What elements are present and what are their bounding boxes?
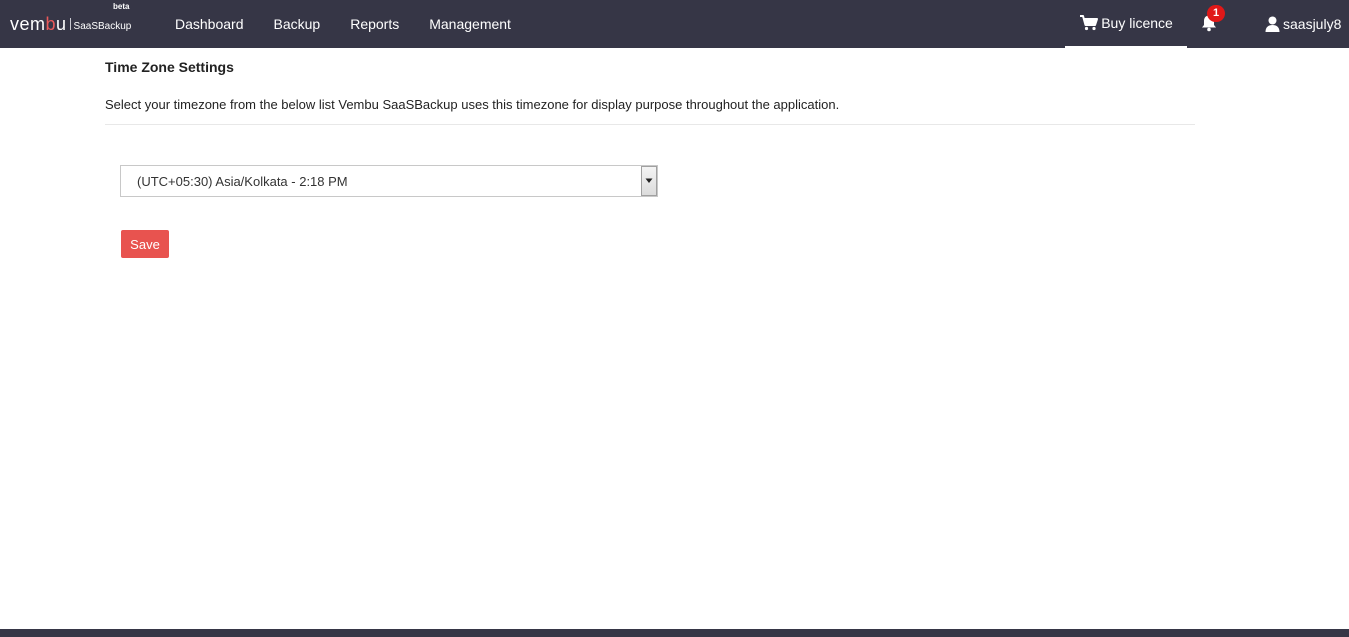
chevron-down-icon (645, 178, 653, 183)
nav-item-dashboard[interactable]: Dashboard (160, 16, 259, 32)
timezone-selected-value: (UTC+05:30) Asia/Kolkata - 2:18 PM (137, 174, 348, 189)
timezone-dropdown-arrow[interactable] (641, 166, 657, 196)
buy-licence-button[interactable]: Buy licence (1065, 0, 1187, 48)
cart-icon (1080, 15, 1099, 31)
user-menu[interactable]: saasjuly8 (1265, 0, 1341, 48)
main-nav: Dashboard Backup Reports Management (160, 0, 526, 48)
nav-item-management[interactable]: Management (414, 16, 526, 32)
page-title: Time Zone Settings (105, 59, 234, 75)
user-icon (1265, 16, 1280, 32)
logo-separator (69, 18, 71, 30)
nav-item-backup[interactable]: Backup (259, 16, 336, 32)
section-divider (105, 124, 1195, 125)
notification-count-badge[interactable]: 1 (1207, 5, 1225, 22)
beta-badge: beta (113, 2, 130, 11)
timezone-select[interactable]: (UTC+05:30) Asia/Kolkata - 2:18 PM (120, 165, 658, 197)
footer-bar (0, 629, 1349, 637)
top-navbar: vembu SaaSBackup beta Dashboard Backup R… (0, 0, 1349, 48)
logo-product-name: SaaSBackup (73, 20, 132, 32)
username-label: saasjuly8 (1283, 16, 1342, 32)
buy-licence-label: Buy licence (1101, 15, 1173, 31)
page-description: Select your timezone from the below list… (105, 97, 840, 112)
nav-item-reports[interactable]: Reports (335, 16, 414, 32)
vembu-logo[interactable]: vembu SaaSBackup (10, 8, 131, 40)
logo-wordmark: vembu (10, 13, 67, 34)
save-button[interactable]: Save (121, 230, 169, 258)
